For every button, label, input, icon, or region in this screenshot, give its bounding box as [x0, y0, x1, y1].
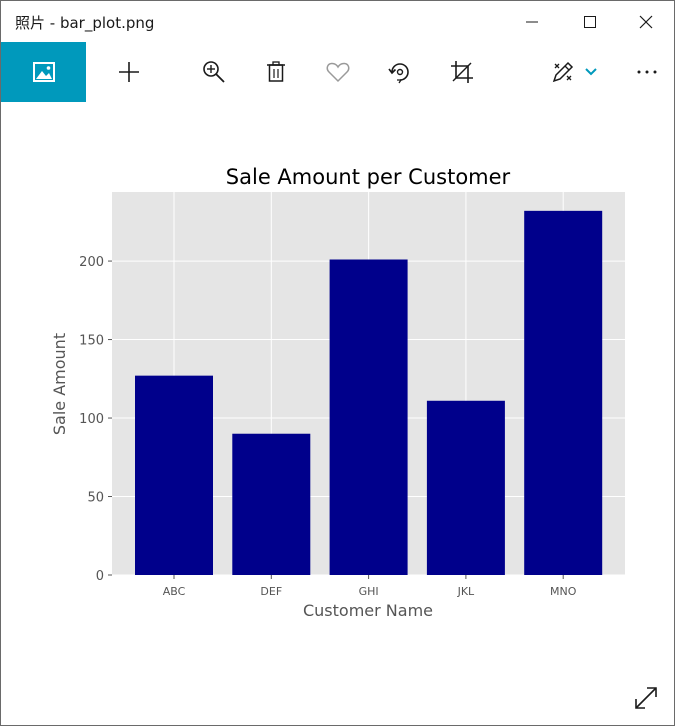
delete-button[interactable]	[254, 42, 298, 102]
rotate-button[interactable]	[378, 42, 422, 102]
image-icon	[32, 62, 55, 82]
x-tick-label: GHI	[359, 585, 379, 598]
delete-icon	[267, 61, 285, 82]
x-tick-label: DEF	[260, 585, 282, 598]
photos-window: 照片 - bar_plot.png Sale Amount per Custom…	[0, 0, 675, 726]
bar-ghi	[329, 259, 408, 575]
heart-icon	[326, 62, 350, 83]
bar-mno	[524, 210, 603, 575]
bar-abc	[135, 375, 213, 575]
bar-jkl	[426, 400, 505, 575]
expand-icon	[635, 687, 657, 709]
x-tick-label: JKL	[457, 585, 475, 598]
crop-icon	[451, 61, 473, 83]
edit-icon	[552, 61, 574, 83]
minimize-button[interactable]	[503, 1, 561, 42]
minimize-icon	[526, 21, 538, 22]
y-tick-label: 100	[79, 412, 104, 427]
window-title: 照片 - bar_plot.png	[15, 14, 155, 32]
chevron-down-icon	[585, 68, 597, 76]
y-tick-label: 150	[79, 334, 104, 349]
x-axis-label: Customer Name	[303, 601, 433, 620]
fullscreen-button[interactable]	[627, 679, 665, 717]
bar-def	[232, 433, 311, 575]
x-tick-label: MNO	[550, 585, 577, 598]
zoom-in-icon	[203, 61, 225, 83]
y-axis-label: Sale Amount	[50, 333, 69, 435]
rotate-icon	[388, 63, 409, 84]
chart-title: Sale Amount per Customer	[226, 165, 511, 189]
title-bar: 照片 - bar_plot.png	[1, 1, 674, 42]
close-icon	[639, 15, 653, 28]
toolbar	[1, 42, 674, 102]
add-button[interactable]	[107, 42, 151, 102]
y-tick-label: 200	[79, 255, 104, 270]
maximize-icon	[584, 15, 596, 28]
y-tick-label: 0	[96, 569, 104, 584]
edit-dropdown-button[interactable]	[579, 42, 603, 102]
more-button[interactable]	[625, 42, 669, 102]
zoom-in-button[interactable]	[192, 42, 236, 102]
maximize-button[interactable]	[561, 1, 619, 42]
x-tick-label: ABC	[163, 585, 186, 598]
image-button[interactable]	[1, 42, 86, 102]
crop-button[interactable]	[440, 42, 484, 102]
bar-chart: Sale Amount per Customer 0 50 100 150 200 ABC…	[50, 165, 625, 620]
image-viewer: Sale Amount per Customer 0 50 100 150 200 ABC…	[1, 102, 674, 682]
more-icon	[637, 70, 657, 74]
add-icon	[119, 62, 139, 82]
favorite-button[interactable]	[316, 42, 360, 102]
close-button[interactable]	[617, 1, 674, 42]
y-tick-label: 50	[87, 491, 104, 506]
